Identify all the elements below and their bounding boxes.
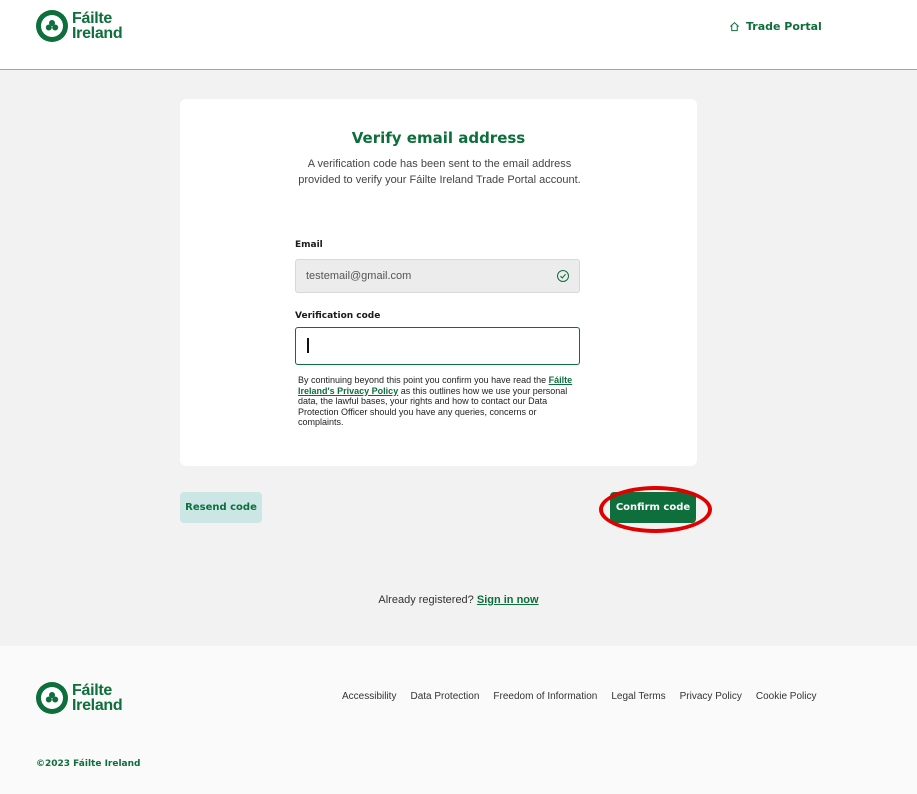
home-icon — [729, 21, 740, 32]
resend-code-button[interactable]: Resend code — [180, 492, 262, 523]
text-cursor — [307, 338, 309, 353]
brand-wordmark: Fáilte Ireland — [72, 10, 123, 42]
privacy-notice: By continuing beyond this point you conf… — [298, 375, 573, 427]
copyright: ©2023 Fáilte Ireland — [36, 759, 141, 769]
check-circle-icon — [557, 270, 569, 282]
shamrock-icon — [36, 10, 68, 42]
footer-link-privacy-policy[interactable]: Privacy Policy — [680, 691, 742, 702]
footer-wordmark: Fáilte Ireland — [72, 682, 123, 714]
verification-description: A verification code has been sent to the… — [298, 158, 581, 186]
trade-portal-label: Trade Portal — [746, 20, 822, 33]
footer-link-foi[interactable]: Freedom of Information — [493, 691, 597, 702]
site-footer: Fáilte Ireland Accessibility Data Protec… — [0, 646, 917, 794]
sign-in-link[interactable]: Sign in now — [477, 594, 539, 606]
footer-logo[interactable]: Fáilte Ireland — [36, 682, 123, 714]
email-value: testemail@gmail.com — [306, 270, 412, 282]
brand-logo[interactable]: Fáilte Ireland — [36, 10, 123, 42]
site-header: Fáilte Ireland Trade Portal — [0, 0, 917, 70]
email-label: Email — [295, 240, 323, 250]
signin-prompt: Already registered? Sign in now — [378, 594, 539, 606]
trade-portal-link[interactable]: Trade Portal — [729, 20, 822, 33]
footer-links: Accessibility Data Protection Freedom of… — [342, 691, 816, 702]
email-field: testemail@gmail.com — [295, 259, 580, 293]
footer-link-cookie-policy[interactable]: Cookie Policy — [756, 691, 817, 702]
footer-link-accessibility[interactable]: Accessibility — [342, 691, 396, 702]
verification-code-input[interactable] — [295, 327, 580, 365]
footer-link-legal-terms[interactable]: Legal Terms — [611, 691, 665, 702]
footer-link-data-protection[interactable]: Data Protection — [410, 691, 479, 702]
verification-code-label: Verification code — [295, 311, 381, 321]
page-title: Verify email address — [351, 129, 526, 147]
verify-email-card: Verify email address A verification code… — [180, 99, 697, 466]
confirm-code-button[interactable]: Confirm code — [610, 492, 696, 523]
shamrock-icon — [36, 682, 68, 714]
